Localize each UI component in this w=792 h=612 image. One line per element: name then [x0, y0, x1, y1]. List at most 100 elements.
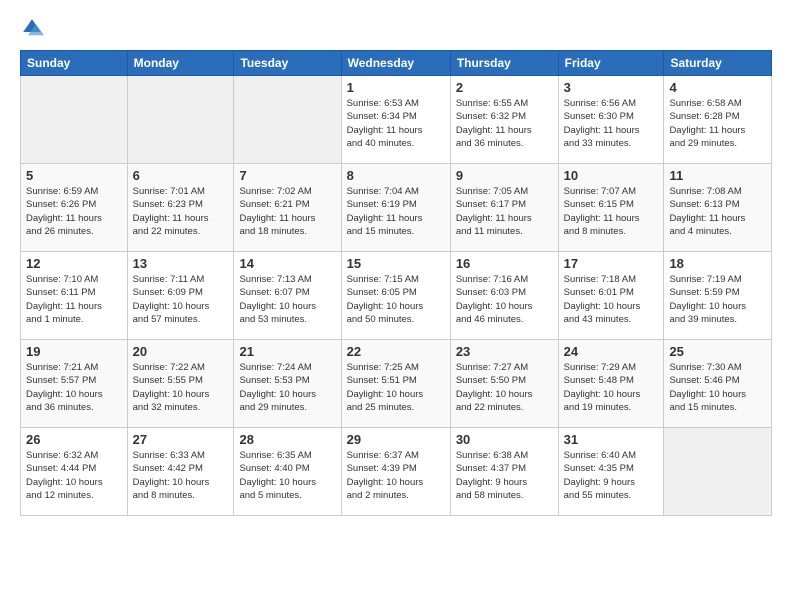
day-info: Sunrise: 7:04 AM Sunset: 6:19 PM Dayligh… [347, 185, 445, 238]
week-row: 26Sunrise: 6:32 AM Sunset: 4:44 PM Dayli… [21, 428, 772, 516]
page: SundayMondayTuesdayWednesdayThursdayFrid… [0, 0, 792, 612]
day-info: Sunrise: 7:24 AM Sunset: 5:53 PM Dayligh… [239, 361, 335, 414]
day-cell [127, 76, 234, 164]
day-cell: 21Sunrise: 7:24 AM Sunset: 5:53 PM Dayli… [234, 340, 341, 428]
day-cell [234, 76, 341, 164]
day-number: 17 [564, 256, 659, 271]
day-number: 27 [133, 432, 229, 447]
day-header-thursday: Thursday [450, 51, 558, 76]
day-number: 28 [239, 432, 335, 447]
day-number: 18 [669, 256, 766, 271]
day-info: Sunrise: 7:19 AM Sunset: 5:59 PM Dayligh… [669, 273, 766, 326]
day-number: 10 [564, 168, 659, 183]
week-row: 19 Sunrise: 7:21 AM Sunset: 5:57 PM Dayli… [21, 340, 772, 428]
day-cell: 16 Sunrise: 7:16 AM Sunset: 6:03 PM Dayli… [450, 252, 558, 340]
day-cell: 17 Sunrise: 7:18 AM Sunset: 6:01 PM Dayli… [558, 252, 664, 340]
day-cell: 28 Sunrise: 6:35 AM Sunset: 4:40 PM Dayli… [234, 428, 341, 516]
day-cell: 3 Sunrise: 6:56 AM Sunset: 6:30 PM Daylig… [558, 76, 664, 164]
day-cell: 11 Sunrise: 7:08 AM Sunset: 6:13 PM Dayli… [664, 164, 772, 252]
day-cell: 5 Sunrise: 6:59 AM Sunset: 6:26 PM Daylig… [21, 164, 128, 252]
day-header-wednesday: Wednesday [341, 51, 450, 76]
day-header-tuesday: Tuesday [234, 51, 341, 76]
day-cell: 29Sunrise: 6:37 AM Sunset: 4:39 PM Dayli… [341, 428, 450, 516]
day-cell: 20 Sunrise: 7:22 AM Sunset: 5:55 PM Dayli… [127, 340, 234, 428]
day-info: Sunrise: 7:27 AM Sunset: 5:50 PM Dayligh… [456, 361, 553, 414]
logo-icon [20, 16, 44, 40]
day-cell: 24 Sunrise: 7:29 AM Sunset: 5:48 PM Dayli… [558, 340, 664, 428]
day-cell: 30Sunrise: 6:38 AM Sunset: 4:37 PM Dayli… [450, 428, 558, 516]
day-info: Sunrise: 7:30 AM Sunset: 5:46 PM Dayligh… [669, 361, 766, 414]
day-info: Sunrise: 7:08 AM Sunset: 6:13 PM Dayligh… [669, 185, 766, 238]
day-number: 31 [564, 432, 659, 447]
day-number: 6 [133, 168, 229, 183]
day-info: Sunrise: 7:02 AM Sunset: 6:21 PM Dayligh… [239, 185, 335, 238]
day-number: 24 [564, 344, 659, 359]
day-info: Sunrise: 7:15 AM Sunset: 6:05 PM Dayligh… [347, 273, 445, 326]
day-number: 5 [26, 168, 122, 183]
day-number: 3 [564, 80, 659, 95]
day-cell: 15 Sunrise: 7:15 AM Sunset: 6:05 PM Dayli… [341, 252, 450, 340]
day-info: Sunrise: 7:22 AM Sunset: 5:55 PM Dayligh… [133, 361, 229, 414]
day-number: 15 [347, 256, 445, 271]
day-number: 2 [456, 80, 553, 95]
day-info: Sunrise: 7:11 AM Sunset: 6:09 PM Dayligh… [133, 273, 229, 326]
day-number: 12 [26, 256, 122, 271]
day-cell [21, 76, 128, 164]
day-cell: 6 Sunrise: 7:01 AM Sunset: 6:23 PM Daylig… [127, 164, 234, 252]
day-info: Sunrise: 6:38 AM Sunset: 4:37 PM Dayligh… [456, 449, 553, 502]
day-header-monday: Monday [127, 51, 234, 76]
day-info: Sunrise: 7:05 AM Sunset: 6:17 PM Dayligh… [456, 185, 553, 238]
day-number: 23 [456, 344, 553, 359]
day-info: Sunrise: 7:18 AM Sunset: 6:01 PM Dayligh… [564, 273, 659, 326]
day-cell: 7 Sunrise: 7:02 AM Sunset: 6:21 PM Daylig… [234, 164, 341, 252]
week-row: 1 Sunrise: 6:53 AM Sunset: 6:34 PM Daylig… [21, 76, 772, 164]
day-cell: 2 Sunrise: 6:55 AM Sunset: 6:32 PM Daylig… [450, 76, 558, 164]
day-cell: 10 Sunrise: 7:07 AM Sunset: 6:15 PM Dayli… [558, 164, 664, 252]
day-number: 29 [347, 432, 445, 447]
day-cell: 14Sunrise: 7:13 AM Sunset: 6:07 PM Dayli… [234, 252, 341, 340]
day-cell: 27 Sunrise: 6:33 AM Sunset: 4:42 PM Dayli… [127, 428, 234, 516]
day-info: Sunrise: 7:10 AM Sunset: 6:11 PM Dayligh… [26, 273, 122, 326]
day-info: Sunrise: 6:55 AM Sunset: 6:32 PM Dayligh… [456, 97, 553, 150]
day-number: 13 [133, 256, 229, 271]
day-cell: 22Sunrise: 7:25 AM Sunset: 5:51 PM Dayli… [341, 340, 450, 428]
day-header-friday: Friday [558, 51, 664, 76]
day-number: 1 [347, 80, 445, 95]
calendar: SundayMondayTuesdayWednesdayThursdayFrid… [20, 50, 772, 516]
day-cell: 23 Sunrise: 7:27 AM Sunset: 5:50 PM Dayli… [450, 340, 558, 428]
day-info: Sunrise: 6:56 AM Sunset: 6:30 PM Dayligh… [564, 97, 659, 150]
day-cell: 18 Sunrise: 7:19 AM Sunset: 5:59 PM Dayli… [664, 252, 772, 340]
day-cell: 19 Sunrise: 7:21 AM Sunset: 5:57 PM Dayli… [21, 340, 128, 428]
day-info: Sunrise: 7:13 AM Sunset: 6:07 PM Dayligh… [239, 273, 335, 326]
day-info: Sunrise: 7:01 AM Sunset: 6:23 PM Dayligh… [133, 185, 229, 238]
day-number: 19 [26, 344, 122, 359]
header [20, 16, 772, 40]
day-info: Sunrise: 6:53 AM Sunset: 6:34 PM Dayligh… [347, 97, 445, 150]
day-header-sunday: Sunday [21, 51, 128, 76]
day-cell: 25 Sunrise: 7:30 AM Sunset: 5:46 PM Dayli… [664, 340, 772, 428]
day-cell: 31Sunrise: 6:40 AM Sunset: 4:35 PM Dayli… [558, 428, 664, 516]
day-info: Sunrise: 7:07 AM Sunset: 6:15 PM Dayligh… [564, 185, 659, 238]
day-info: Sunrise: 6:59 AM Sunset: 6:26 PM Dayligh… [26, 185, 122, 238]
week-row: 12 Sunrise: 7:10 AM Sunset: 6:11 PM Dayli… [21, 252, 772, 340]
week-row: 5 Sunrise: 6:59 AM Sunset: 6:26 PM Daylig… [21, 164, 772, 252]
day-info: Sunrise: 7:16 AM Sunset: 6:03 PM Dayligh… [456, 273, 553, 326]
day-cell: 4Sunrise: 6:58 AM Sunset: 6:28 PM Daylig… [664, 76, 772, 164]
day-number: 22 [347, 344, 445, 359]
day-info: Sunrise: 7:21 AM Sunset: 5:57 PM Dayligh… [26, 361, 122, 414]
day-number: 20 [133, 344, 229, 359]
day-info: Sunrise: 6:32 AM Sunset: 4:44 PM Dayligh… [26, 449, 122, 502]
day-cell [664, 428, 772, 516]
day-number: 25 [669, 344, 766, 359]
day-info: Sunrise: 6:35 AM Sunset: 4:40 PM Dayligh… [239, 449, 335, 502]
day-number: 11 [669, 168, 766, 183]
day-number: 16 [456, 256, 553, 271]
day-number: 4 [669, 80, 766, 95]
day-cell: 13 Sunrise: 7:11 AM Sunset: 6:09 PM Dayli… [127, 252, 234, 340]
day-info: Sunrise: 6:33 AM Sunset: 4:42 PM Dayligh… [133, 449, 229, 502]
day-cell: 12 Sunrise: 7:10 AM Sunset: 6:11 PM Dayli… [21, 252, 128, 340]
day-number: 7 [239, 168, 335, 183]
header-row: SundayMondayTuesdayWednesdayThursdayFrid… [21, 51, 772, 76]
day-info: Sunrise: 7:29 AM Sunset: 5:48 PM Dayligh… [564, 361, 659, 414]
day-header-saturday: Saturday [664, 51, 772, 76]
